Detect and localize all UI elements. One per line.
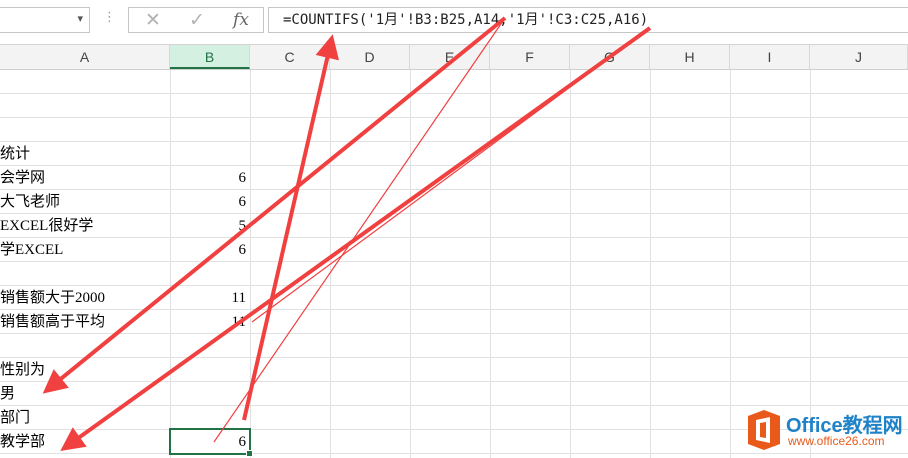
logo-subtitle: www.office26.com [788,434,885,448]
office-logo-icon [748,410,780,450]
annotation-arrows [42,16,652,451]
thin-arrow-line-1 [213,17,506,443]
arrow-to-cell-a14 [42,16,507,394]
arrow-to-cell-a16 [60,26,652,451]
arrow-to-formula-a14 [242,34,340,421]
office-logo-watermark: Office教程网 www.office26.com [744,406,908,458]
